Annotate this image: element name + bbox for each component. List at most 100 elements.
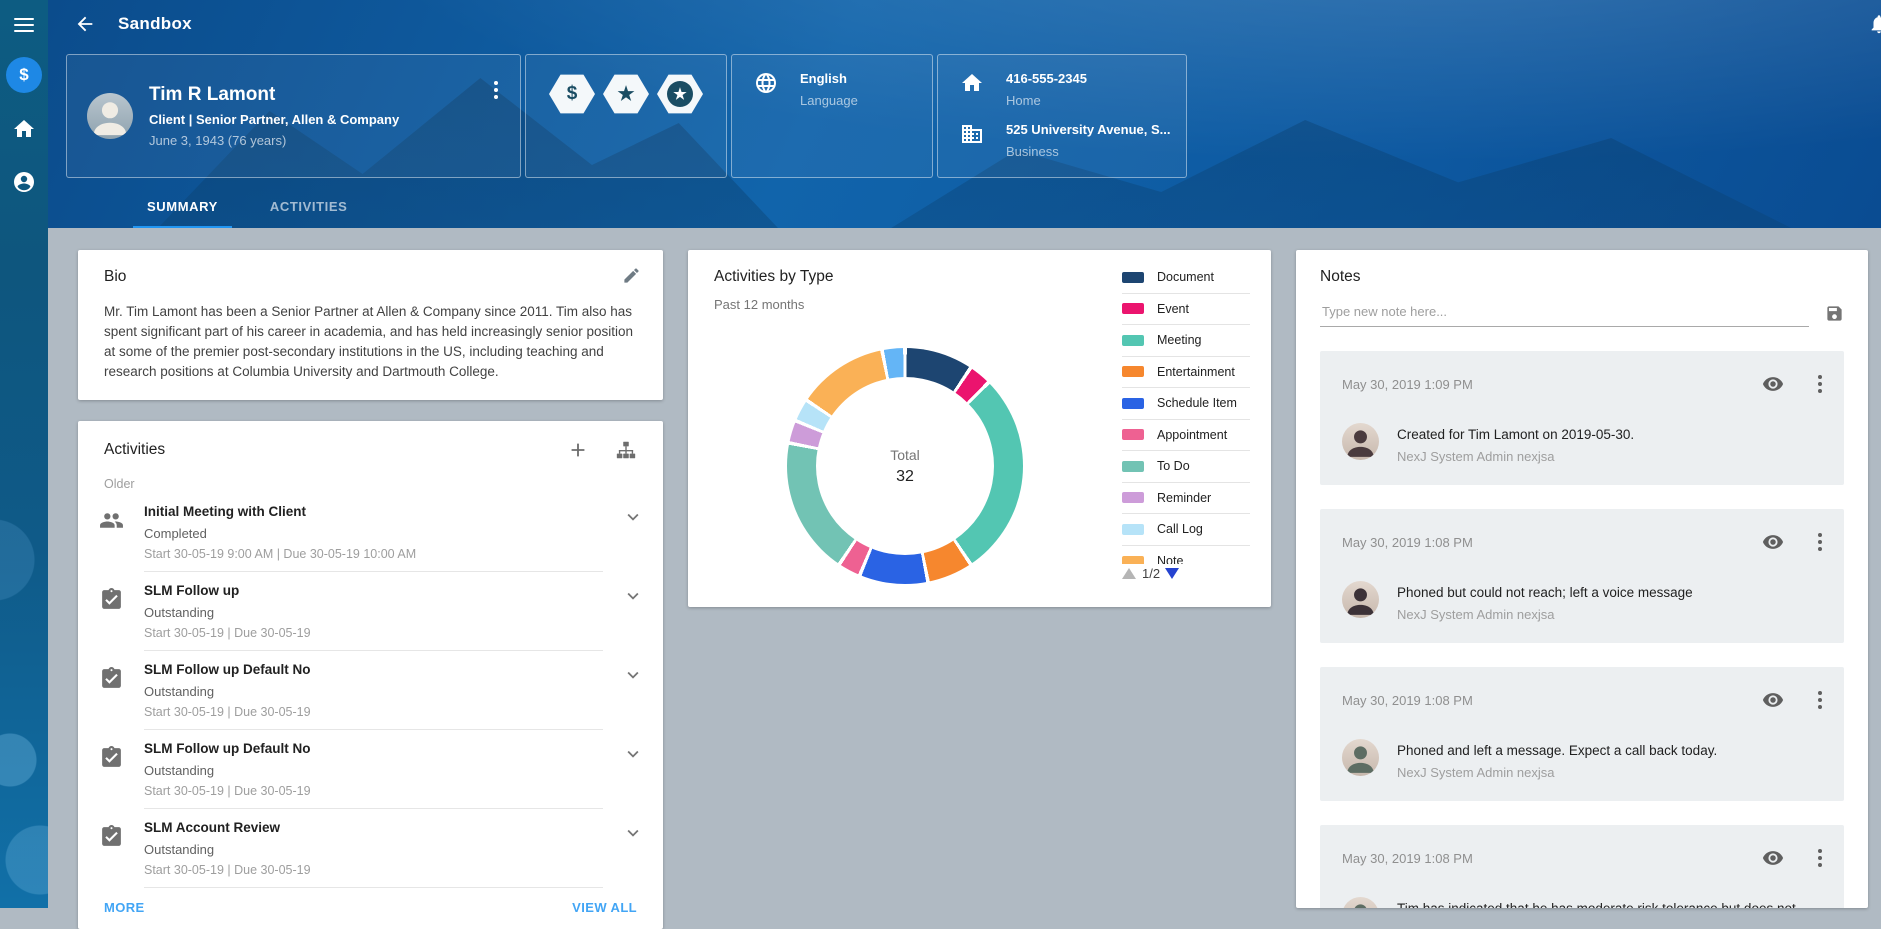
legend-label: Event [1157,302,1189,316]
header-photo-banner: Sandbox Tim R Lamont Client | Senior Par… [48,0,1881,228]
client-birthdate: June 3, 1943 (76 years) [149,133,399,148]
activity-status: Outstanding [144,684,603,699]
activity-title: Initial Meeting with Client [144,504,603,519]
page-title: Sandbox [118,14,192,34]
activity-row[interactable]: Initial Meeting with Client Completed St… [78,493,663,572]
eye-icon[interactable] [1762,689,1784,711]
eye-icon[interactable] [1762,847,1784,869]
add-activity-button[interactable] [567,439,589,461]
legend-swatch [1122,461,1144,472]
star-badge-icon[interactable]: ★ [603,73,649,115]
legend-item[interactable]: Reminder [1122,483,1250,515]
legend-swatch [1122,556,1144,564]
new-note-input[interactable] [1320,300,1809,327]
sidebar-item-home[interactable] [0,117,48,146]
activity-title: SLM Account Review [144,820,603,835]
back-button[interactable] [74,13,96,35]
sidebar-item-finance-active[interactable]: $ [6,57,42,93]
phone-label: Home [1006,93,1087,108]
client-name: Tim R Lamont [149,84,399,106]
legend-page-down-icon[interactable] [1165,568,1179,579]
legend-label: Note [1157,554,1183,564]
notes-card: Notes May 30, 2019 1:09 PM Created for T… [1296,250,1868,908]
client-card-menu-icon[interactable] [490,77,502,103]
star-circle-badge-icon[interactable]: ★ [657,73,703,115]
edit-bio-button[interactable] [622,266,641,290]
client-summary-card: Tim R Lamont Client | Senior Partner, Al… [66,54,521,178]
eye-icon[interactable] [1762,531,1784,553]
activity-row[interactable]: SLM Follow up Outstanding Start 30-05-19… [78,572,663,651]
chart-legend: Document Event Meeting Entertainment Sch… [1122,262,1250,564]
eye-icon[interactable] [1762,373,1784,395]
legend-label: Schedule Item [1157,396,1237,410]
dollar-badge-icon[interactable]: $ [549,73,595,115]
activity-title: SLM Follow up Default No [144,741,603,756]
legend-item[interactable]: Appointment [1122,420,1250,452]
sidebar-item-profile[interactable] [0,170,48,199]
note-timestamp: May 30, 2019 1:08 PM [1342,535,1762,550]
legend-item[interactable]: Entertainment [1122,357,1250,389]
notes-title: Notes [1320,268,1844,286]
legend-page-number: 1/2 [1142,566,1160,581]
bio-text: Mr. Tim Lamont has been a Senior Partner… [104,302,637,382]
chevron-down-icon[interactable] [603,820,663,888]
globe-icon [754,71,778,177]
hamburger-menu-icon[interactable] [14,18,34,32]
hierarchy-view-button[interactable] [615,439,637,461]
legend-label: To Do [1157,459,1190,473]
legend-swatch [1122,366,1144,377]
bio-title: Bio [104,268,637,286]
chevron-down-icon[interactable] [603,504,663,572]
activity-row[interactable]: SLM Account Review Outstanding Start 30-… [78,809,663,888]
address-label: Business [1006,144,1171,159]
legend-swatch [1122,524,1144,535]
legend-label: Call Log [1157,522,1203,536]
tab-activities[interactable]: ACTIVITIES [256,199,362,228]
app-sidebar: $ [0,0,48,908]
activity-row[interactable]: SLM Follow up Default No Outstanding Sta… [78,651,663,730]
donut-total-label: Total [890,447,920,463]
note-author: NexJ System Admin nexjsa [1397,449,1634,464]
legend-item[interactable]: Meeting [1122,325,1250,357]
note-menu-icon[interactable] [1814,371,1826,397]
legend-item[interactable]: To Do [1122,451,1250,483]
note-item: May 30, 2019 1:08 PM Phoned and left a m… [1320,667,1844,801]
note-timestamp: May 30, 2019 1:08 PM [1342,693,1762,708]
chevron-down-icon[interactable] [603,583,663,651]
save-note-icon[interactable] [1825,304,1844,323]
legend-swatch [1122,429,1144,440]
language-card: English Language [731,54,933,178]
activity-row[interactable]: SLM Follow up Default No Outstanding Sta… [78,730,663,809]
client-badges-card: $ ★ ★ [525,54,727,178]
language-label: Language [800,93,858,108]
note-menu-icon[interactable] [1814,845,1826,871]
note-item: May 30, 2019 1:08 PM Phoned but could no… [1320,509,1844,643]
note-menu-icon[interactable] [1814,687,1826,713]
address-value[interactable]: 525 University Avenue, S... [1006,122,1171,137]
legend-label: Entertainment [1157,365,1235,379]
notifications-bell-icon[interactable] [1868,13,1881,40]
legend-page-up-icon[interactable] [1122,568,1136,579]
legend-item[interactable]: Document [1122,262,1250,294]
chevron-down-icon[interactable] [603,741,663,809]
legend-item[interactable]: Call Log [1122,514,1250,546]
legend-item[interactable]: Event [1122,294,1250,326]
activity-dates: Start 30-05-19 9:00 AM | Due 30-05-19 10… [144,547,603,561]
person-icon [12,170,36,199]
tab-bar: SUMMARY ACTIVITIES [133,199,361,228]
building-icon [960,122,984,159]
note-author: NexJ System Admin nexjsa [1397,607,1693,622]
activity-title: SLM Follow up Default No [144,662,603,677]
tab-summary[interactable]: SUMMARY [133,199,232,228]
legend-item[interactable]: Schedule Item [1122,388,1250,420]
donut-chart[interactable]: Total 32 [787,348,1023,584]
home-icon [12,117,36,146]
note-menu-icon[interactable] [1814,529,1826,555]
donut-center: Total 32 [816,377,994,555]
legend-item[interactable]: Note [1122,546,1250,565]
phone-number[interactable]: 416-555-2345 [1006,71,1087,86]
task-icon [78,741,144,809]
language-value: English [800,71,858,86]
chevron-down-icon[interactable] [603,662,663,730]
note-item: May 30, 2019 1:08 PM Tim has indicated t… [1320,825,1844,908]
